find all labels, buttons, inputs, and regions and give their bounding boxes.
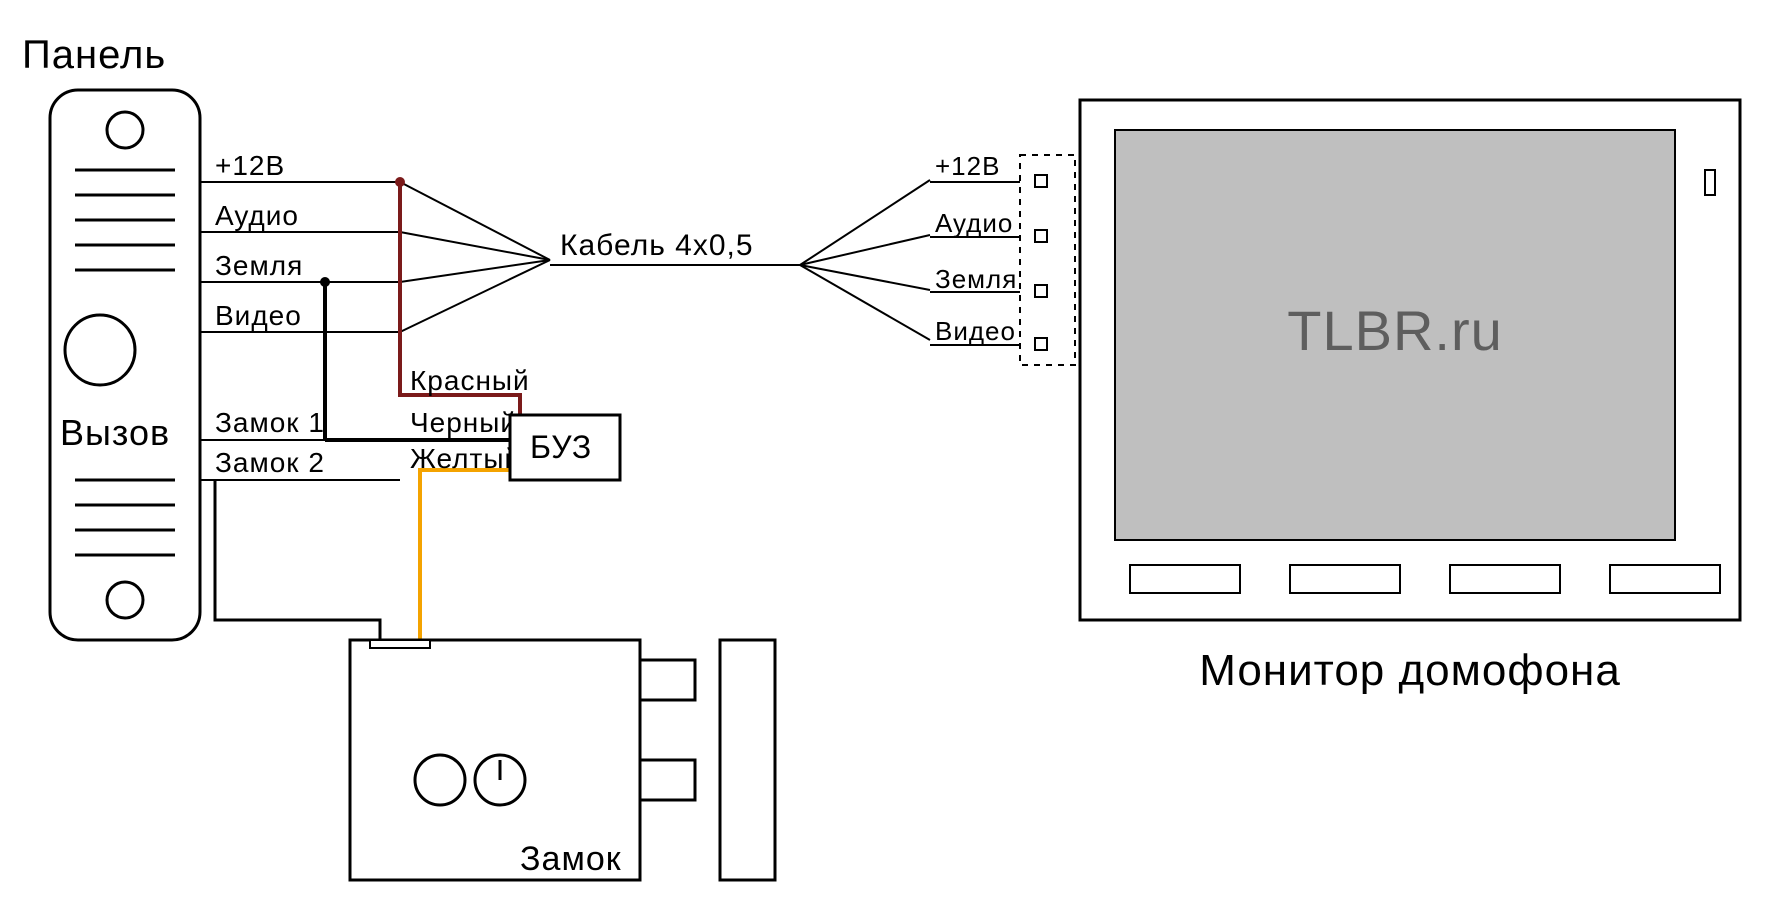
monitor-signal-ground: Земля: [935, 264, 1017, 294]
panel-signal-ground: Земля: [215, 250, 303, 281]
cable-wire: [800, 265, 930, 290]
wire-yellow: [420, 470, 510, 640]
monitor-title: Монитор домофона: [1199, 646, 1621, 695]
wire-lock2-down: [215, 480, 380, 640]
monitor: TLBR.ru: [1080, 100, 1740, 620]
wire-yellow-label: Желтый: [410, 443, 521, 474]
panel-signal-lines: +12В Аудио Земля Видео Замок 1 Замок 2: [200, 150, 400, 480]
panel-signal-12v: +12В: [215, 150, 285, 181]
monitor-signal-video: Видео: [935, 316, 1016, 346]
monitor-signal-audio: Аудио: [935, 208, 1013, 238]
cable-wire: [400, 182, 550, 260]
wire-black-label: Черный: [410, 407, 517, 438]
panel-signal-video: Видео: [215, 300, 302, 331]
monitor-screen-brand: TLBR.ru: [1287, 299, 1503, 362]
cable-wire: [800, 235, 930, 265]
wire-red-label: Красный: [410, 365, 530, 396]
panel-screw-top: [107, 112, 143, 148]
panel-camera: [65, 315, 135, 385]
cable-wire: [800, 180, 930, 265]
monitor-signal-12v: +12В: [935, 151, 1000, 181]
monitor-button: [1130, 565, 1240, 593]
call-button-label: Вызов: [60, 412, 170, 453]
cable-label: Кабель 4х0,5: [560, 229, 754, 262]
terminal-pin: [1035, 230, 1047, 242]
terminal-pin: [1035, 285, 1047, 297]
monitor-signal-lines: +12В Аудио Земля Видео: [930, 151, 1020, 346]
panel-body: [50, 90, 200, 640]
buz-label: БУЗ: [530, 429, 592, 465]
terminal-pin: [1035, 338, 1047, 350]
diagram-canvas: Панель Вызов +12В Аудио Земля Видео Замо…: [0, 0, 1786, 917]
terminal-pin: [1035, 175, 1047, 187]
panel-screw-bottom: [107, 582, 143, 618]
monitor-button: [1450, 565, 1560, 593]
panel-signal-lock1: Замок 1: [215, 407, 325, 438]
panel-signal-audio: Аудио: [215, 200, 299, 231]
cable-wire: [800, 265, 930, 340]
monitor-button: [1610, 565, 1720, 593]
panel-title: Панель: [22, 33, 166, 77]
monitor-button: [1290, 565, 1400, 593]
panel-signal-lock2: Замок 2: [215, 447, 325, 478]
lock-label: Замок: [520, 840, 622, 878]
cable-wire: [400, 232, 550, 260]
lock-assembly: Замок: [350, 640, 775, 880]
